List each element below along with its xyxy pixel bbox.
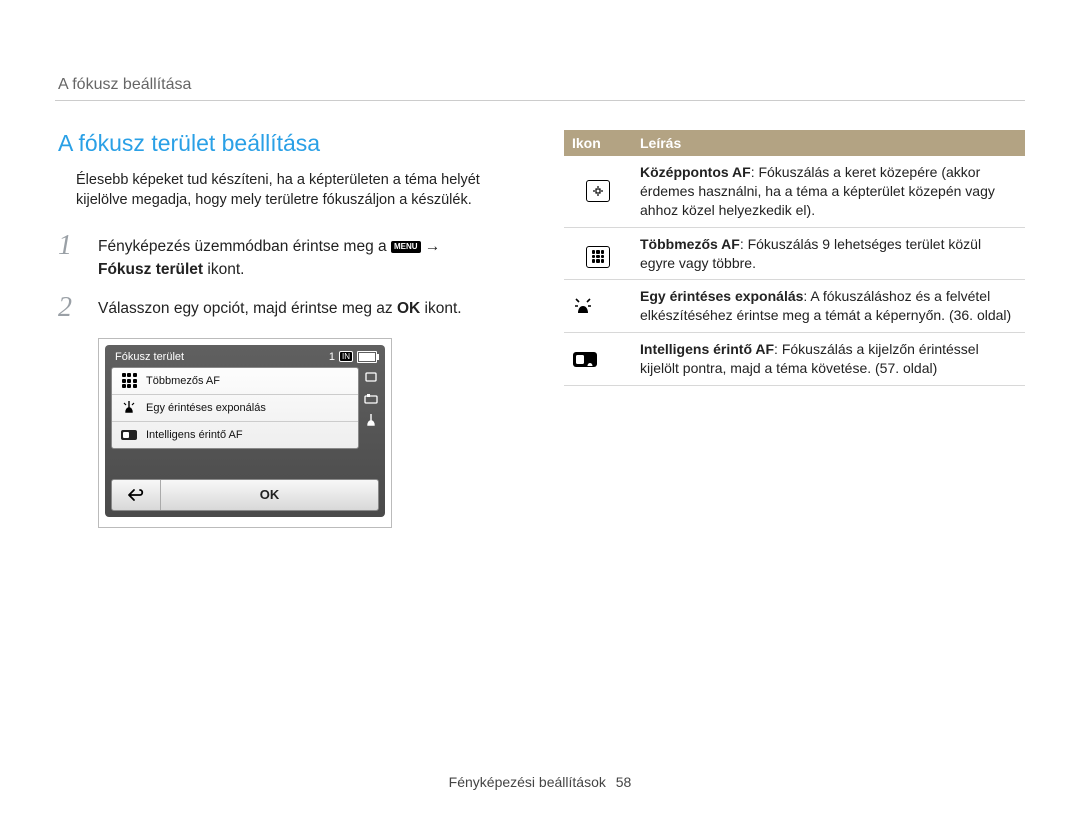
camera-menu-label: Egy érintéses exponálás (146, 402, 266, 414)
camera-menu-title: Fókusz terület (115, 351, 184, 363)
side-icon (363, 391, 379, 407)
header-divider (55, 100, 1025, 101)
step-text: Fényképezés üzemmódban érintse meg a (98, 238, 391, 255)
camera-menu-label: Intelligens érintő AF (146, 429, 243, 441)
table-header-icon: Ikon (564, 130, 632, 156)
row-title: Intelligens érintő AF (640, 341, 774, 357)
camera-menu-item[interactable]: Intelligens érintő AF (112, 422, 358, 448)
row-title: Többmezős AF (640, 236, 740, 252)
step-suffix: ikont. (207, 261, 244, 278)
step-arrow: → (425, 238, 441, 255)
row-title: Egy érintéses exponálás (640, 288, 803, 304)
camera-side-icons (363, 367, 379, 449)
side-icon (363, 369, 379, 385)
step-1: 1 Fényképezés üzemmódban érintse meg a M… (58, 232, 519, 282)
smart-touch-af-icon (572, 349, 624, 369)
battery-icon (357, 351, 377, 363)
in-badge-icon: IN (339, 351, 353, 362)
camera-menu-item[interactable]: Egy érintéses exponálás (112, 395, 358, 422)
table-row: Egy érintéses exponálás: A fókuszáláshoz… (564, 280, 1025, 333)
step-number: 1 (58, 232, 80, 282)
step-bold: Fókusz terület (98, 261, 203, 278)
step-number: 2 (58, 294, 80, 322)
camera-menu-list: Többmezős AF Egy érintéses exponálás (111, 367, 359, 449)
step-suffix: ikont. (425, 300, 462, 317)
back-arrow-icon (126, 488, 146, 502)
camera-ok-button[interactable]: OK (161, 480, 378, 510)
section-heading: A fókusz terület beállítása (58, 130, 519, 157)
table-row: Középpontos AF: Fókuszálás a keret közep… (564, 156, 1025, 227)
menu-icon: MENU (391, 241, 421, 253)
page-footer: Fényképezési beállítások 58 (0, 774, 1080, 790)
camera-back-button[interactable] (112, 480, 161, 510)
step-2: 2 Válasszon egy opciót, majd érintse meg… (58, 294, 519, 322)
table-row: Többmezős AF: Fókuszálás 9 lehetséges te… (564, 227, 1025, 280)
camera-screen: Fókusz terület 1 IN (105, 345, 385, 517)
intro-paragraph: Élesebb képeket tud készíteni, ha a képt… (76, 171, 519, 210)
camera-screenshot-frame: Fókusz terület 1 IN (98, 338, 392, 528)
center-af-icon (586, 180, 610, 202)
smart-touch-icon (120, 428, 138, 442)
step-text: Válasszon egy opciót, majd érintse meg a… (98, 300, 397, 317)
side-icon (363, 413, 379, 429)
icon-description-table: Ikon Leírás Középpontos AF: Fókuszálás a… (564, 130, 1025, 386)
row-title: Középpontos AF (640, 164, 751, 180)
footer-page-number: 58 (616, 774, 632, 790)
table-row: Intelligens érintő AF: Fókuszálás a kije… (564, 333, 1025, 386)
ok-label: OK (397, 300, 420, 317)
footer-section: Fényképezési beállítások (449, 774, 606, 790)
touch-icon (120, 401, 138, 415)
camera-menu-label: Többmezős AF (146, 375, 220, 387)
camera-counter: 1 (329, 351, 335, 363)
table-header-desc: Leírás (632, 130, 1025, 156)
multi-af-icon (586, 246, 610, 268)
grid-icon (120, 374, 138, 388)
running-header: A fókusz beállítása (58, 76, 191, 94)
camera-menu-item[interactable]: Többmezős AF (112, 368, 358, 395)
one-touch-icon (572, 293, 624, 319)
